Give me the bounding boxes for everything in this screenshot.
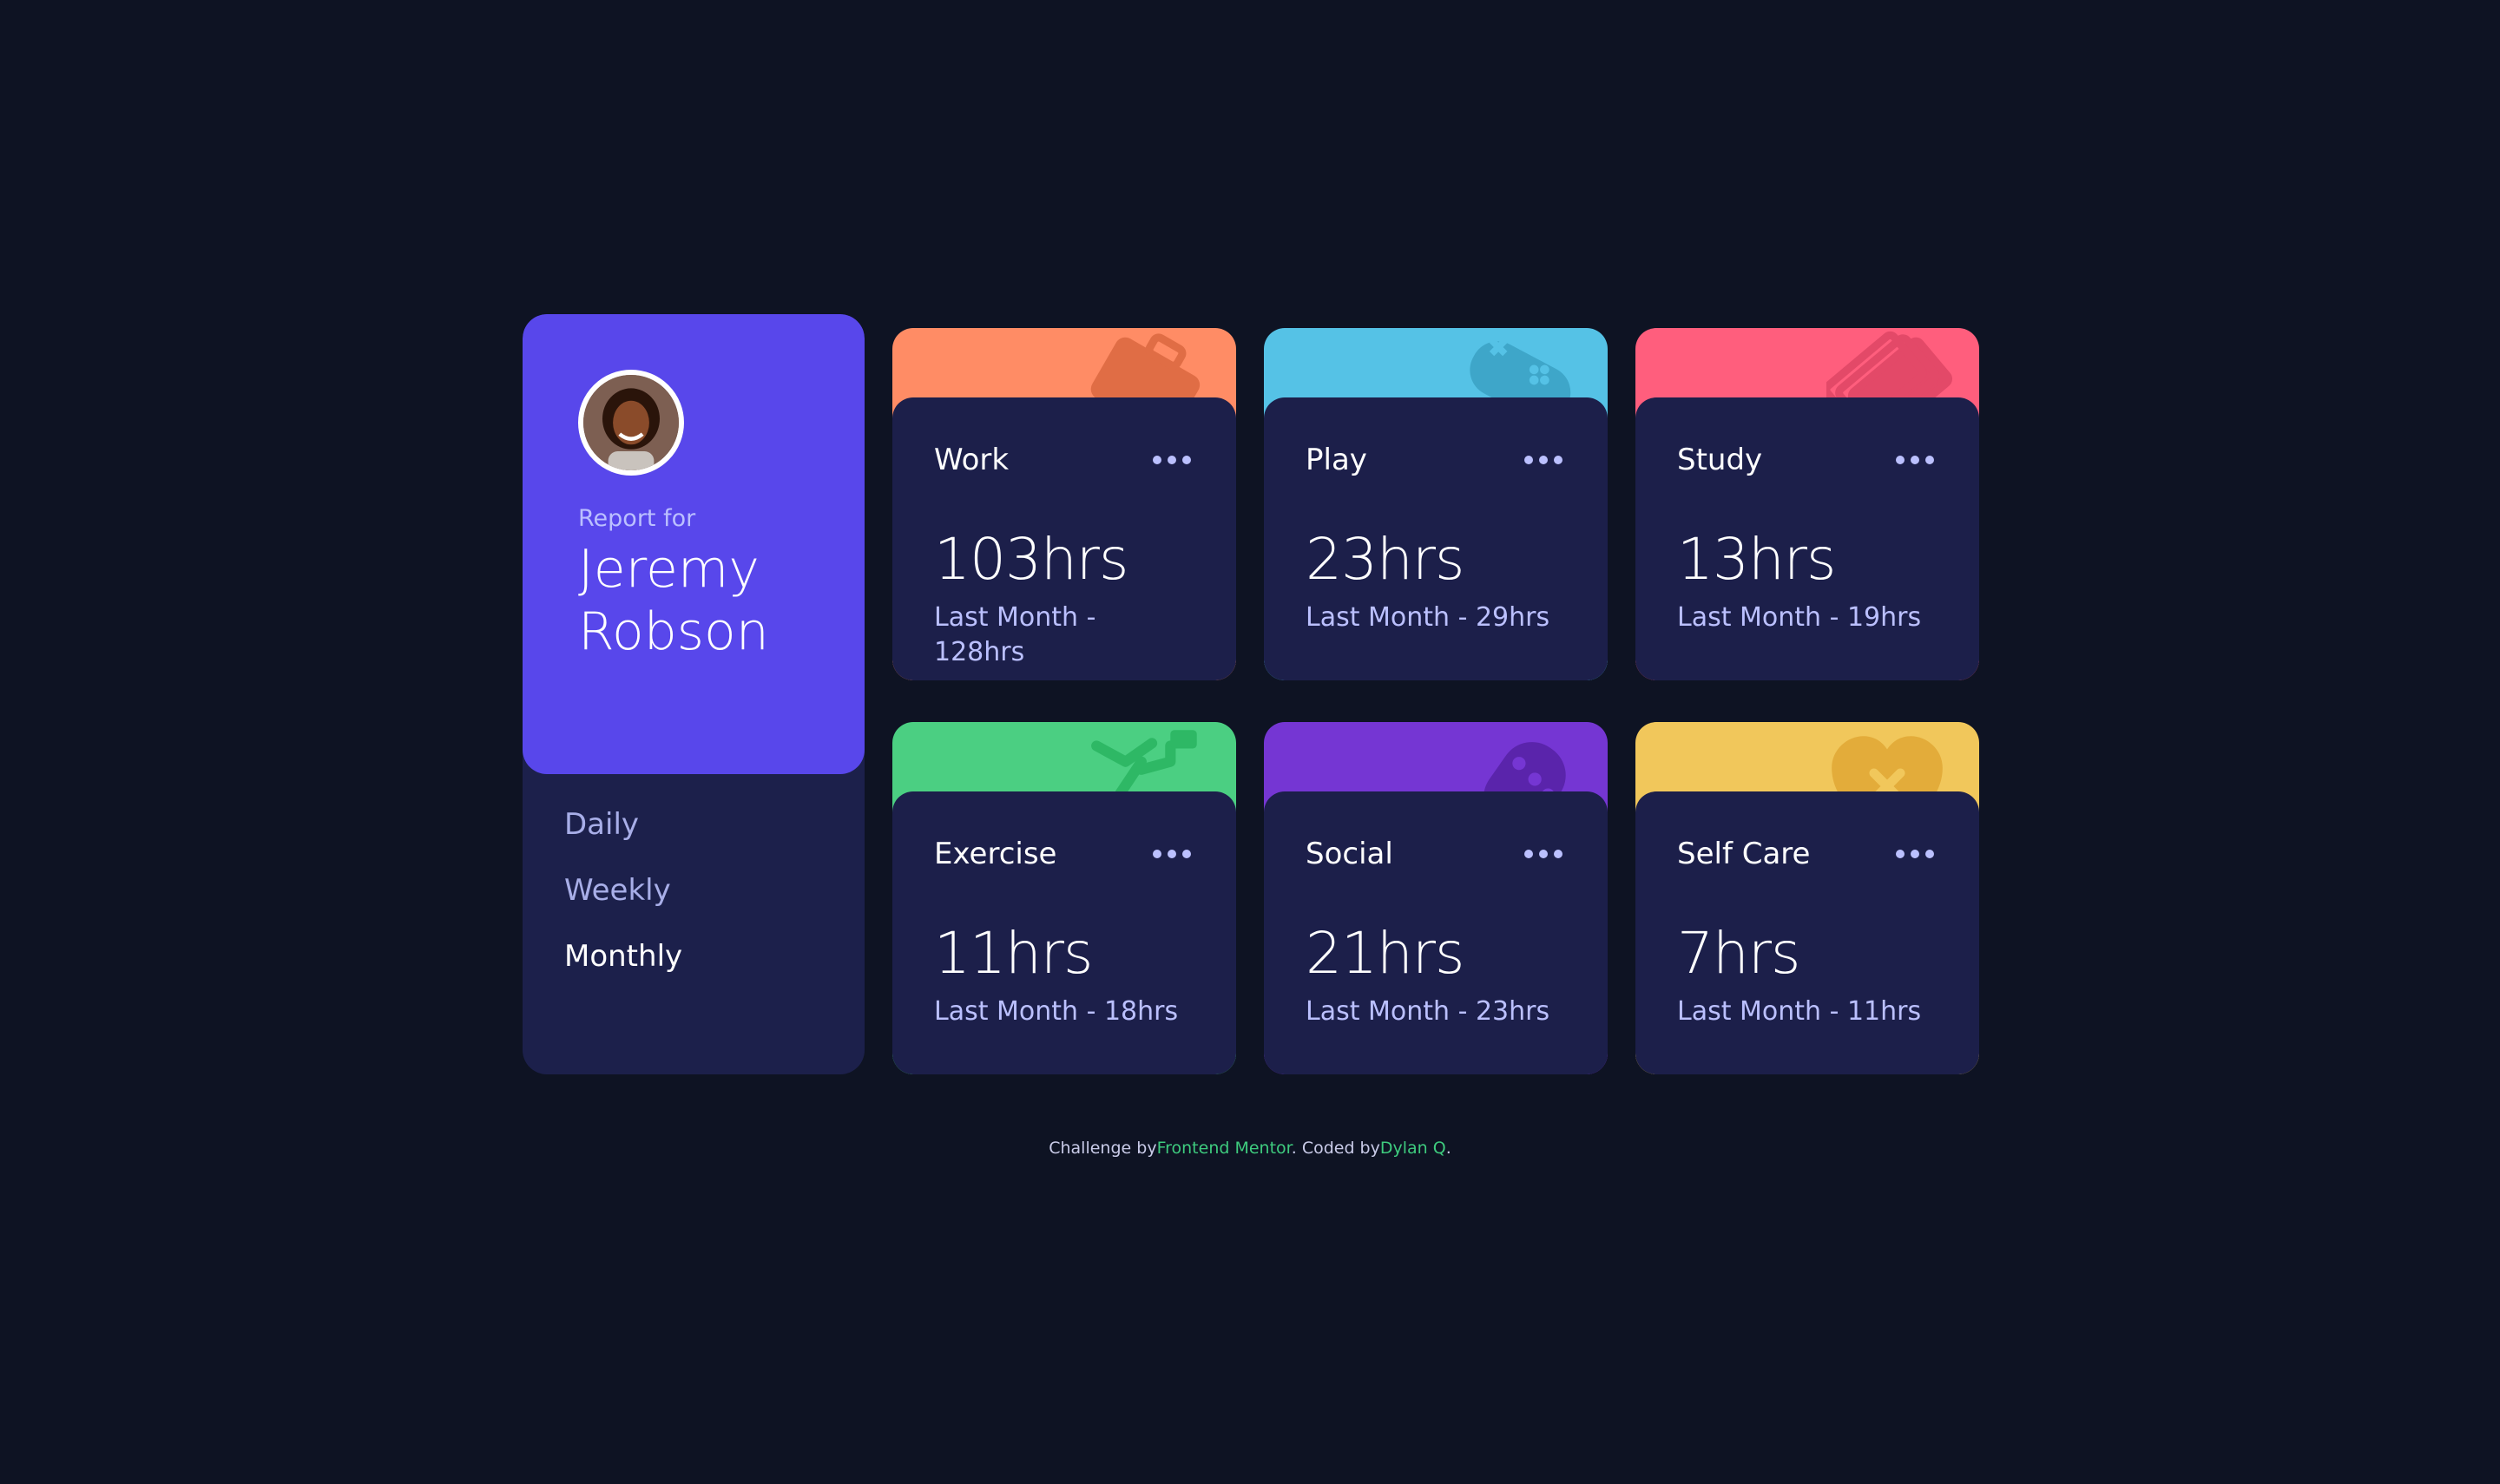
card-social-body: Social 21hrs Last Month - 23hrs <box>1264 791 1608 1074</box>
profile-header: Report for Jeremy Robson <box>523 314 865 774</box>
card-title: Self Care <box>1677 837 1811 871</box>
author-link[interactable]: Dylan Q <box>1380 1139 1446 1158</box>
current-hours: 21hrs <box>1306 920 1464 987</box>
previous-hours: Last Month - 23hrs <box>1306 996 1550 1027</box>
attribution-footer: Challenge byFrontend Mentor. Coded byDyl… <box>0 1139 2500 1158</box>
card-play: Play 23hrs Last Month - 29hrs <box>1264 328 1608 680</box>
previous-hours: Last Month - 18hrs <box>934 996 1179 1027</box>
card-study: Study 13hrs Last Month - 19hrs <box>1635 328 1979 680</box>
ellipsis-icon[interactable] <box>1149 450 1194 470</box>
report-for-label: Report for <box>578 505 696 532</box>
frontend-mentor-link[interactable]: Frontend Mentor <box>1157 1139 1292 1158</box>
card-title: Play <box>1306 443 1367 477</box>
period-weekly[interactable]: Weekly <box>564 873 682 908</box>
card-exercise: Exercise 11hrs Last Month - 18hrs <box>892 722 1236 1074</box>
user-name: Jeremy Robson <box>578 538 839 663</box>
avatar <box>578 370 684 476</box>
ellipsis-icon[interactable] <box>1521 844 1566 864</box>
previous-hours: Last Month - 128hrs <box>934 602 1096 667</box>
period-daily[interactable]: Daily <box>564 807 682 842</box>
ellipsis-icon[interactable] <box>1521 450 1566 470</box>
user-last-name: Robson <box>578 601 769 662</box>
current-hours: 23hrs <box>1306 526 1464 593</box>
ellipsis-icon[interactable] <box>1149 844 1194 864</box>
current-hours: 7hrs <box>1677 920 1800 987</box>
current-hours: 103hrs <box>934 526 1128 593</box>
ellipsis-icon[interactable] <box>1892 450 1938 470</box>
footer-prefix: Challenge by <box>1049 1139 1157 1158</box>
user-first-name: Jeremy <box>578 539 760 600</box>
current-hours: 11hrs <box>934 920 1093 987</box>
card-title: Work <box>934 443 1010 477</box>
footer-suffix: . <box>1445 1139 1451 1158</box>
dashboard: Report for Jeremy Robson Daily Weekly Mo… <box>0 0 2500 1484</box>
previous-hours: Last Month - 19hrs <box>1677 602 1922 633</box>
card-work: Work 103hrs Last Month - 128hrs <box>892 328 1236 680</box>
card-title: Study <box>1677 443 1763 477</box>
profile-panel: Report for Jeremy Robson Daily Weekly Mo… <box>523 314 865 1074</box>
card-social: Social 21hrs Last Month - 23hrs <box>1264 722 1608 1074</box>
card-play-body: Play 23hrs Last Month - 29hrs <box>1264 397 1608 680</box>
current-hours: 13hrs <box>1677 526 1836 593</box>
card-self-care-body: Self Care 7hrs Last Month - 11hrs <box>1635 791 1979 1074</box>
card-title: Social <box>1306 837 1393 871</box>
footer-middle: . Coded by <box>1291 1139 1380 1158</box>
card-title: Exercise <box>934 837 1057 871</box>
card-study-body: Study 13hrs Last Month - 19hrs <box>1635 397 1979 680</box>
period-selector: Daily Weekly Monthly <box>564 807 682 1005</box>
ellipsis-icon[interactable] <box>1892 844 1938 864</box>
period-monthly[interactable]: Monthly <box>564 939 682 974</box>
previous-hours: Last Month - 11hrs <box>1677 996 1922 1027</box>
card-work-body: Work 103hrs Last Month - 128hrs <box>892 397 1236 680</box>
card-self-care: Self Care 7hrs Last Month - 11hrs <box>1635 722 1979 1074</box>
previous-hours: Last Month - 29hrs <box>1306 602 1550 633</box>
card-exercise-body: Exercise 11hrs Last Month - 18hrs <box>892 791 1236 1074</box>
